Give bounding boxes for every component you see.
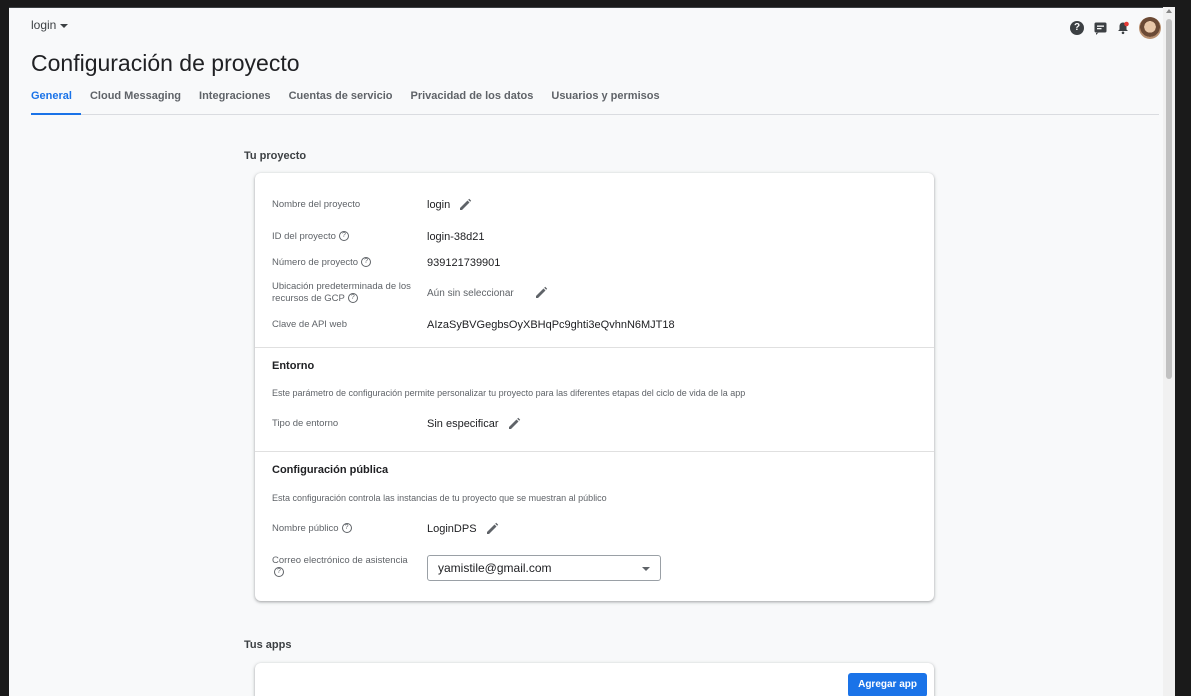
environment-type-text: Sin especificar xyxy=(427,418,499,430)
avatar[interactable] xyxy=(1139,17,1161,39)
public-config-description: Esta configuración controla las instanci… xyxy=(272,493,607,503)
project-switcher-label: login xyxy=(31,18,57,32)
section-divider xyxy=(255,347,934,348)
project-number-label-text: Número de proyecto xyxy=(272,257,359,268)
project-number-label: Número de proyecto? xyxy=(272,257,427,269)
section-title-tus-apps: Tus apps xyxy=(244,639,292,651)
gcp-location-row: Ubicación predeterminada de los recursos… xyxy=(272,281,917,305)
project-id-label-text: ID del proyecto xyxy=(272,231,336,242)
edit-pencil-icon[interactable] xyxy=(534,286,548,300)
help-circle-icon[interactable]: ? xyxy=(274,567,284,578)
help-circle-icon[interactable]: ? xyxy=(341,523,352,534)
support-email-label-help: ? xyxy=(272,567,427,579)
vertical-scrollbar[interactable] xyxy=(1163,7,1175,696)
environment-type-value: Sin especificar xyxy=(427,417,521,431)
tab-cuentas-de-servicio[interactable]: Cuentas de servicio xyxy=(280,89,402,115)
project-id-label: ID del proyecto? xyxy=(272,231,427,243)
scroll-up-arrow-icon[interactable] xyxy=(1166,9,1172,13)
environment-type-row: Tipo de entorno Sin especificar xyxy=(272,417,917,431)
gcp-location-label: Ubicación predeterminada de los recursos… xyxy=(272,281,427,305)
window-edge xyxy=(9,7,1175,8)
edit-pencil-icon[interactable] xyxy=(507,417,521,431)
tab-usuarios-y-permisos[interactable]: Usuarios y permisos xyxy=(542,89,668,115)
help-circle-icon[interactable]: ? xyxy=(347,293,358,304)
support-email-row: Correo electrónico de asistencia ? yamis… xyxy=(272,555,917,581)
scrollbar-thumb[interactable] xyxy=(1166,19,1172,379)
help-circle-icon[interactable]: ? xyxy=(361,257,372,268)
gcp-location-label-line1: Ubicación predeterminada de los xyxy=(272,281,411,292)
api-key-label: Clave de API web xyxy=(272,319,347,330)
tab-bar: General Cloud Messaging Integraciones Cu… xyxy=(31,89,1159,115)
project-number-row: Número de proyecto? 939121739901 xyxy=(272,257,917,269)
chevron-down-icon xyxy=(60,24,69,28)
tab-privacidad[interactable]: Privacidad de los datos xyxy=(402,89,543,115)
project-name-value: login xyxy=(427,198,472,212)
project-id-row: ID del proyecto? login-38d21 xyxy=(272,231,917,243)
notifications-icon[interactable] xyxy=(1116,21,1130,35)
project-name-text: login xyxy=(427,199,451,211)
public-config-title: Configuración pública xyxy=(272,464,389,476)
public-name-value: LoginDPS xyxy=(427,522,499,536)
gcp-location-value: Aún sin seleccionar xyxy=(427,286,548,300)
api-key-value: AIzaSyBVGegbsOyXBHqPc9ghti3eQvhnN6MJT18 xyxy=(427,319,675,331)
apps-card: Agregar app xyxy=(255,663,934,696)
support-email-label-text: Correo electrónico de asistencia xyxy=(272,555,408,566)
public-name-label-text: Nombre público xyxy=(272,523,339,534)
support-email-selected: yamistile@gmail.com xyxy=(438,561,552,575)
gcp-location-text: Aún sin seleccionar xyxy=(427,287,514,299)
project-name-row: Nombre del proyecto login xyxy=(272,198,917,212)
environment-title: Entorno xyxy=(272,360,315,372)
public-name-row: Nombre público? LoginDPS xyxy=(272,522,917,536)
project-settings-card: Nombre del proyecto login ID del proyect… xyxy=(255,173,934,601)
tab-cloud-messaging[interactable]: Cloud Messaging xyxy=(81,89,190,115)
firebase-console: login Configuración de proyecto ? Genera… xyxy=(9,7,1175,696)
project-number-value: 939121739901 xyxy=(427,257,501,269)
add-app-button[interactable]: Agregar app xyxy=(848,673,927,696)
section-divider xyxy=(255,451,934,452)
tab-general[interactable]: General xyxy=(31,89,81,115)
edit-pencil-icon[interactable] xyxy=(458,198,472,212)
environment-description: Este parámetro de configuración permite … xyxy=(272,388,746,398)
support-email-select[interactable]: yamistile@gmail.com xyxy=(427,555,661,581)
gcp-location-label-line2: recursos de GCP? xyxy=(272,293,427,305)
section-title-tu-proyecto: Tu proyecto xyxy=(244,150,307,162)
help-circle-icon[interactable]: ? xyxy=(338,231,349,242)
api-key-row: Clave de API web AIzaSyBVGegbsOyXBHqPc9g… xyxy=(272,319,917,331)
support-email-label: Correo electrónico de asistencia ? xyxy=(272,555,427,579)
project-switcher[interactable]: login xyxy=(31,18,69,32)
chevron-down-icon xyxy=(642,567,650,571)
gcp-location-label-line2-text: recursos de GCP xyxy=(272,293,345,304)
public-name-text: LoginDPS xyxy=(427,523,477,535)
page-title: Configuración de proyecto xyxy=(31,50,300,76)
help-icon[interactable]: ? xyxy=(1070,21,1084,35)
feedback-icon[interactable] xyxy=(1093,21,1107,35)
environment-type-label: Tipo de entorno xyxy=(272,418,339,429)
project-id-value: login-38d21 xyxy=(427,231,485,243)
tab-integraciones[interactable]: Integraciones xyxy=(190,89,280,115)
edit-pencil-icon[interactable] xyxy=(485,522,499,536)
project-name-label: Nombre del proyecto xyxy=(272,199,361,210)
public-name-label: Nombre público? xyxy=(272,523,427,535)
top-toolbar: ? xyxy=(1070,17,1161,39)
